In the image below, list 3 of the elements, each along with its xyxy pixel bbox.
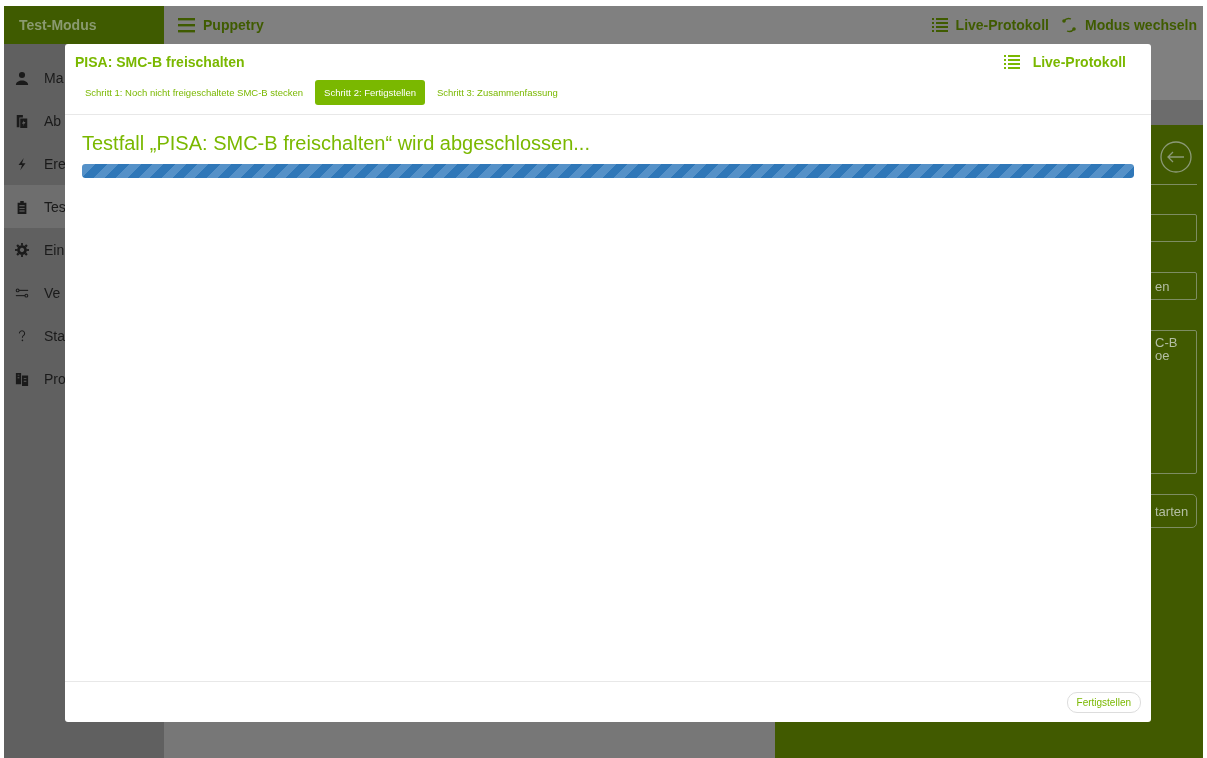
status-heading: Testfall „PISA: SMC-B freischalten“ wird abgeschlossen...: [82, 132, 591, 155]
dialog-title: PISA: SMC-B freischalten: [75, 54, 245, 70]
mode-label: Test-Modus: [4, 6, 164, 44]
